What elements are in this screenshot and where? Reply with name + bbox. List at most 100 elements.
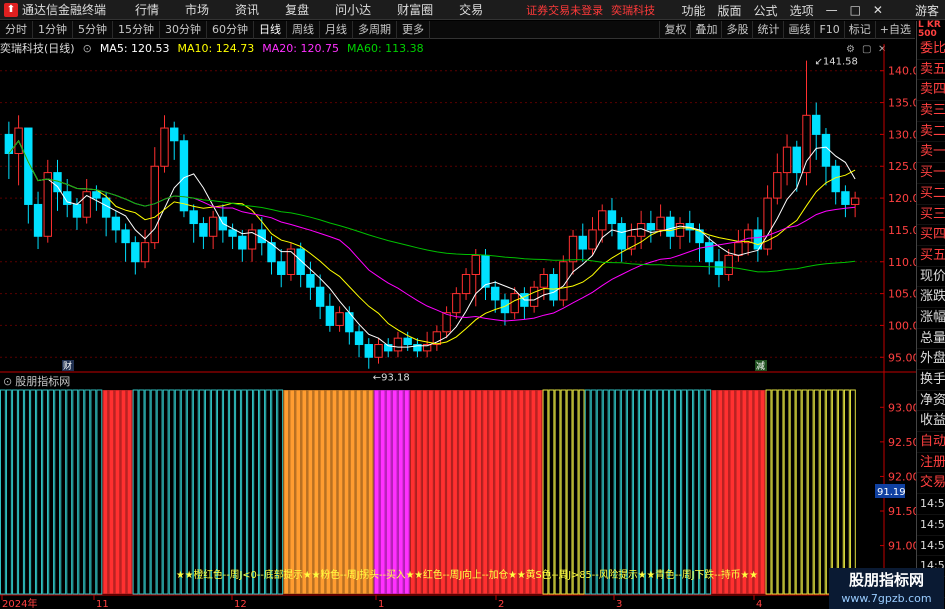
price-tick-label: 130.00 (888, 128, 916, 141)
indicator-bar (253, 389, 260, 595)
indicator-bar (849, 389, 856, 595)
indicator-bar (651, 389, 657, 595)
side-item[interactable]: 14:56 (917, 515, 945, 536)
indicator-bar (78, 389, 85, 595)
side-item[interactable]: 现价 (917, 267, 945, 288)
indicator-band (711, 390, 766, 594)
indicator-bar (144, 389, 151, 595)
candle-body (461, 273, 471, 295)
candle-body (335, 312, 344, 326)
side-item[interactable]: 卖五 (917, 60, 945, 81)
candle-body (296, 248, 305, 275)
side-item[interactable]: 交易 (917, 473, 945, 495)
high-price-marker: ↙141.58 (815, 57, 858, 68)
candle-body (199, 223, 208, 237)
indicator-bar (801, 389, 808, 595)
kline-chart[interactable]: 95.00 100.00 105.00 110.00 115.00 120.00 125.0… (0, 0, 916, 609)
indicator-tick-label: 91.50 (888, 505, 916, 518)
indicator-bar (681, 389, 688, 595)
price-tick-label: 110.00 (888, 256, 916, 269)
side-item[interactable]: 涨跌 (917, 287, 945, 308)
indicator-bar (813, 389, 820, 595)
date-label: 1 (378, 599, 384, 609)
side-item[interactable]: 买二 (917, 184, 945, 205)
candle-body (121, 229, 130, 244)
side-item[interactable]: 卖一 (917, 142, 945, 164)
candle-body (92, 191, 101, 199)
indicator-bar (198, 389, 205, 595)
indicator-bar (632, 389, 639, 595)
indicator-bar (584, 389, 591, 595)
date-label: 3 (616, 599, 622, 609)
candle-body (140, 242, 150, 263)
candle-body (821, 133, 831, 167)
candle-body (802, 114, 811, 174)
candle-body (578, 235, 587, 250)
candle-body (364, 344, 373, 358)
cursor-value-label: 91.19 (877, 487, 906, 498)
indicator-settings-icon[interactable]: ⊙ (3, 375, 12, 388)
side-item[interactable]: 买三 (917, 205, 945, 226)
side-item[interactable]: 自动 (917, 432, 945, 453)
indicator-bar (789, 389, 796, 595)
indicator-bar (42, 389, 49, 595)
indicator-bar (560, 389, 567, 595)
indicator-bar (138, 389, 145, 595)
low-price-marker: ←93.18 (373, 373, 410, 384)
date-label: 2024年 (2, 597, 37, 609)
indicator-bar (825, 389, 832, 595)
candle-body (714, 261, 724, 275)
indicator-bar (807, 389, 814, 595)
side-item[interactable]: 买五 (917, 246, 945, 267)
indicator-bar (30, 389, 36, 595)
side-item[interactable]: 买四 (917, 225, 945, 246)
level2-badge[interactable]: L KR 500 (916, 21, 945, 39)
indicator-bar (6, 389, 12, 595)
side-item[interactable]: 外盘 (917, 349, 945, 370)
indicator-bar (675, 389, 681, 595)
side-item[interactable]: 14:56 (917, 494, 945, 515)
side-item[interactable]: 卖二 (917, 122, 945, 143)
price-tick-label: 140.00 (888, 65, 916, 78)
indicator-bar (578, 389, 585, 595)
indicator-bar (777, 389, 784, 595)
price-tick-label: 135.00 (888, 97, 916, 110)
finance-event-label: 财 (63, 360, 72, 372)
indicator-title: 股朋指标网 (15, 375, 71, 388)
indicator-bar (90, 389, 97, 595)
indicator-bar (36, 389, 42, 595)
side-item[interactable]: 委比 (917, 39, 945, 60)
side-item[interactable]: 买一 (917, 163, 945, 184)
side-item[interactable]: 净资 (917, 391, 945, 412)
candle-body (782, 146, 792, 174)
side-item[interactable]: 总量 (917, 329, 945, 350)
candle-body (705, 242, 714, 263)
side-item[interactable]: 换手 (917, 370, 945, 391)
indicator-bar (84, 389, 91, 595)
indicator-bar (596, 389, 603, 595)
side-item[interactable]: 14:56 (917, 536, 945, 557)
candle-body (277, 261, 286, 275)
candle-body (354, 331, 364, 346)
indicator-bar (259, 389, 266, 595)
side-item[interactable]: 涨幅 (917, 308, 945, 329)
indicator-bar (837, 389, 844, 595)
indicator-bar (247, 389, 253, 595)
indicator-bar (66, 389, 73, 595)
candle-body (539, 273, 549, 288)
price-tick-label: 95.00 (888, 351, 916, 364)
side-item[interactable]: 注册 (917, 453, 945, 474)
indicator-bar (180, 389, 187, 595)
reduce-event-label: 减 (756, 360, 765, 372)
candle-body (306, 273, 315, 288)
side-item[interactable]: 卖三 (917, 101, 945, 122)
candle-body (170, 127, 179, 142)
candle-body (228, 229, 237, 237)
side-item[interactable]: 收益 (917, 411, 945, 433)
indicator-tick-label: 91.00 (888, 540, 916, 553)
side-item[interactable]: 卖四 (917, 80, 945, 102)
indicator-bar (590, 389, 597, 595)
price-tick-label: 115.00 (888, 224, 916, 237)
indicator-bar (265, 389, 272, 595)
candle-body (675, 223, 685, 237)
